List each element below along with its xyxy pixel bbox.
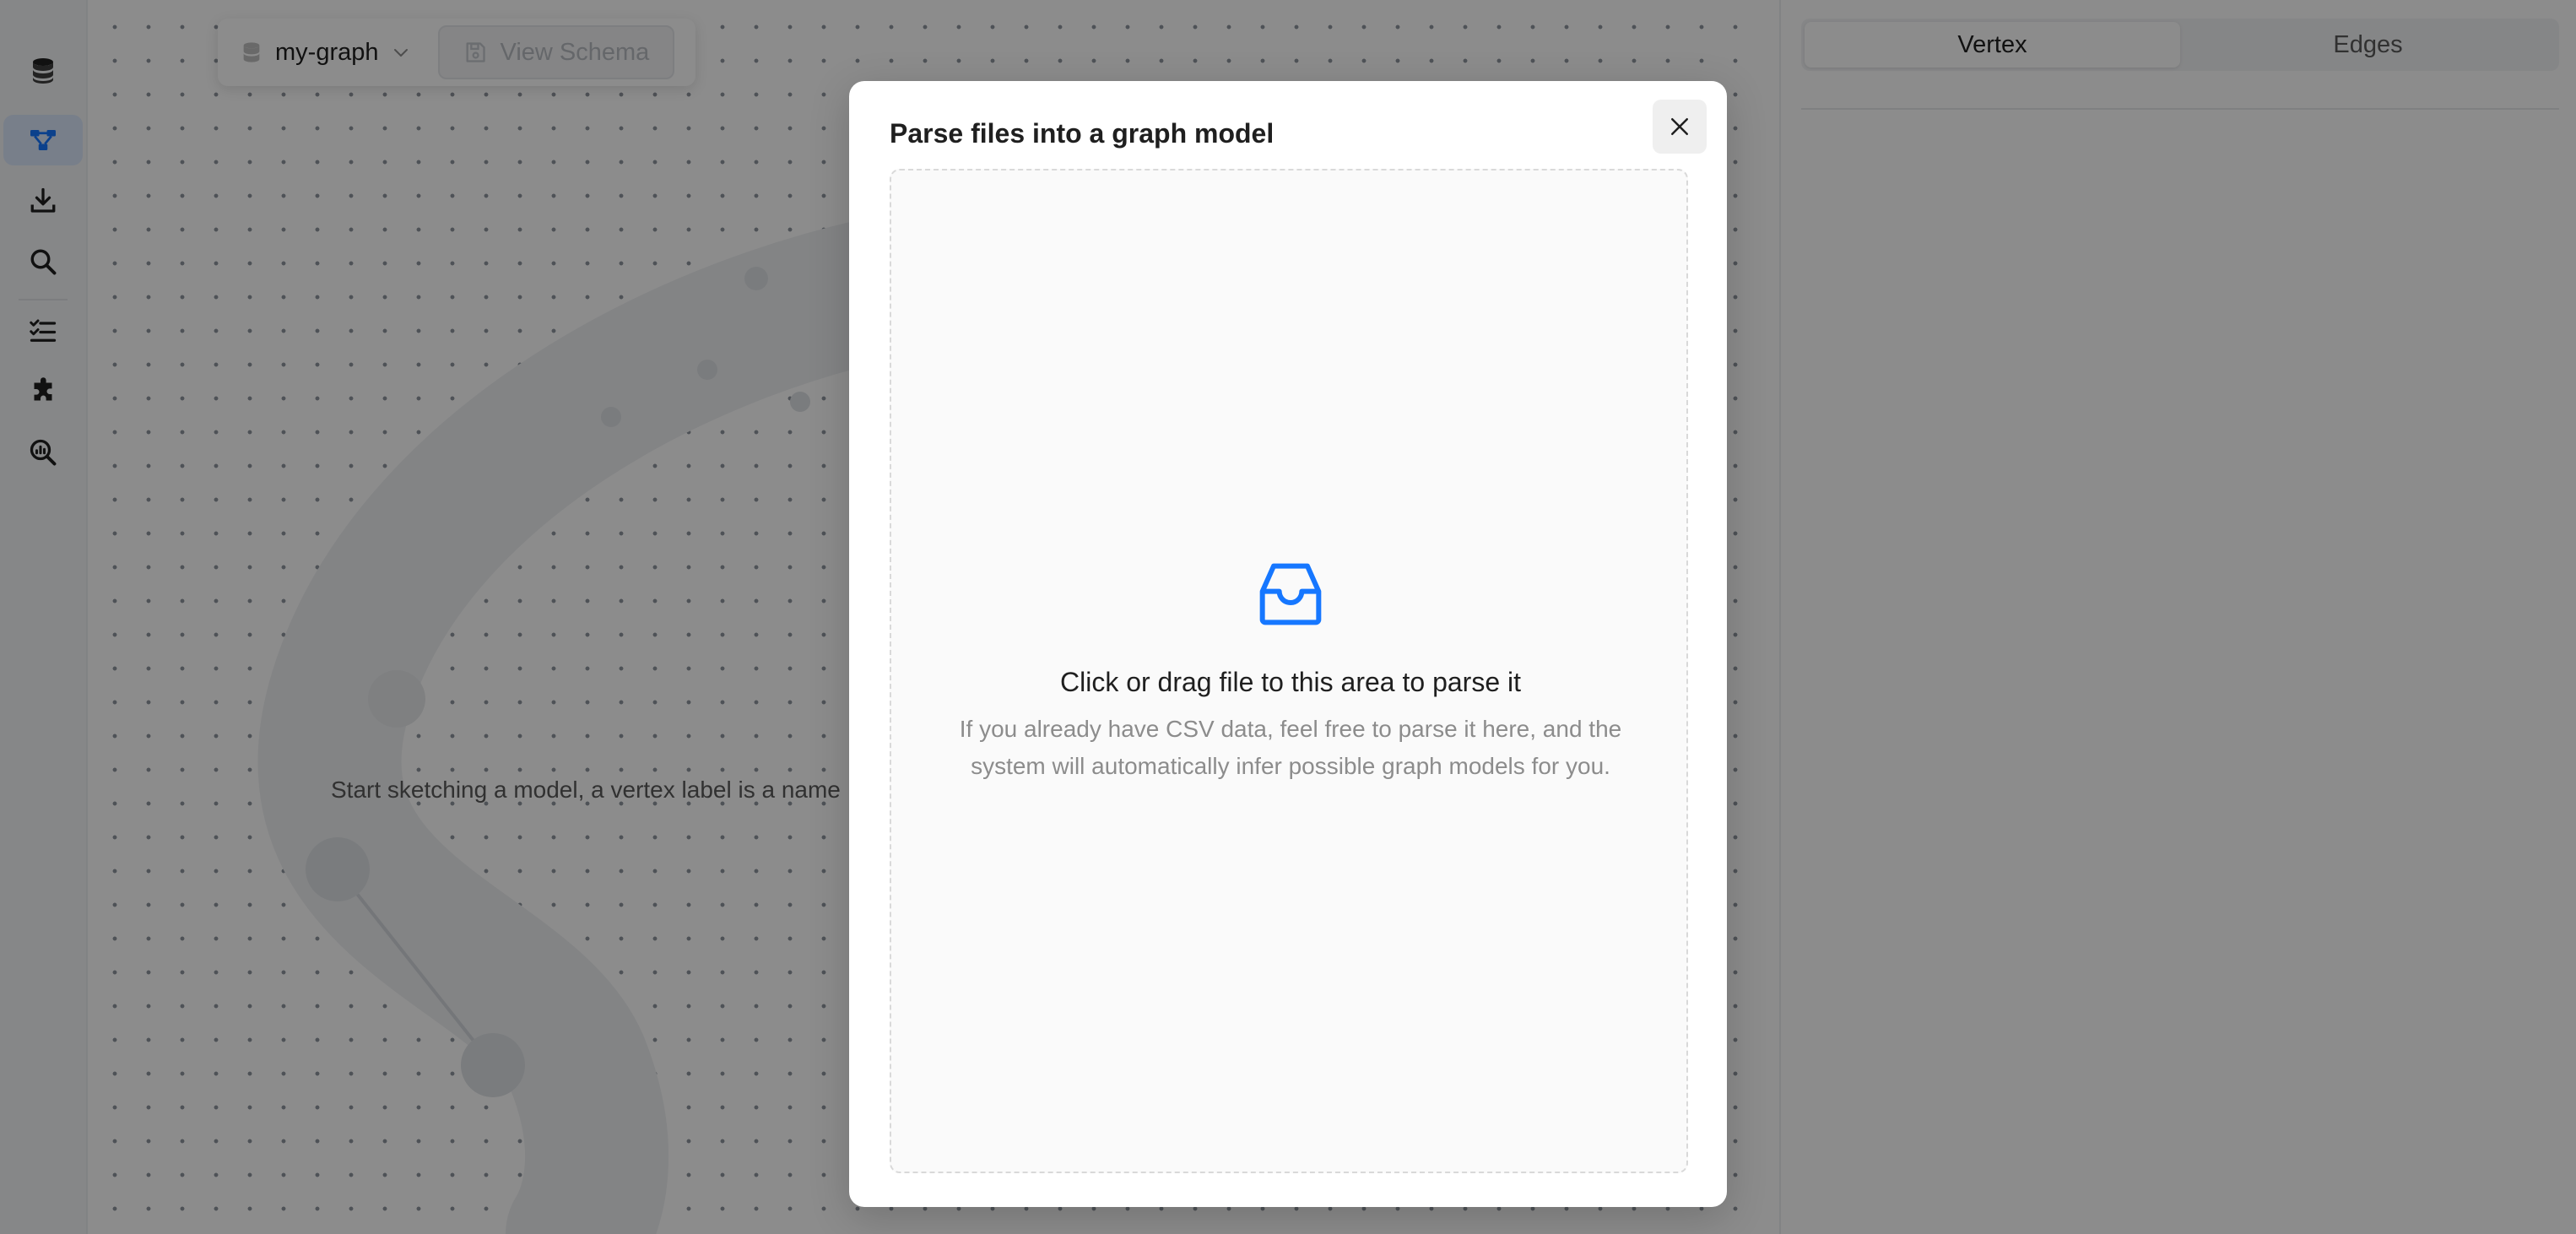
close-icon [1671, 118, 1688, 135]
dropzone-title: Click or drag file to this area to parse… [1059, 667, 1521, 697]
inbox-icon [1259, 563, 1322, 625]
modal-title: Parse files into a graph model [890, 118, 1274, 149]
file-dropzone[interactable]: Click or drag file to this area to parse… [890, 169, 1688, 1173]
modal-close-button[interactable] [1653, 100, 1707, 154]
app-root: my-graph View Schema Start sketching a m… [0, 0, 2576, 1234]
dropzone-description: If you already have CSV data, feel free … [959, 716, 1622, 779]
parse-files-modal: Parse files into a graph model Click or … [849, 81, 1727, 1207]
